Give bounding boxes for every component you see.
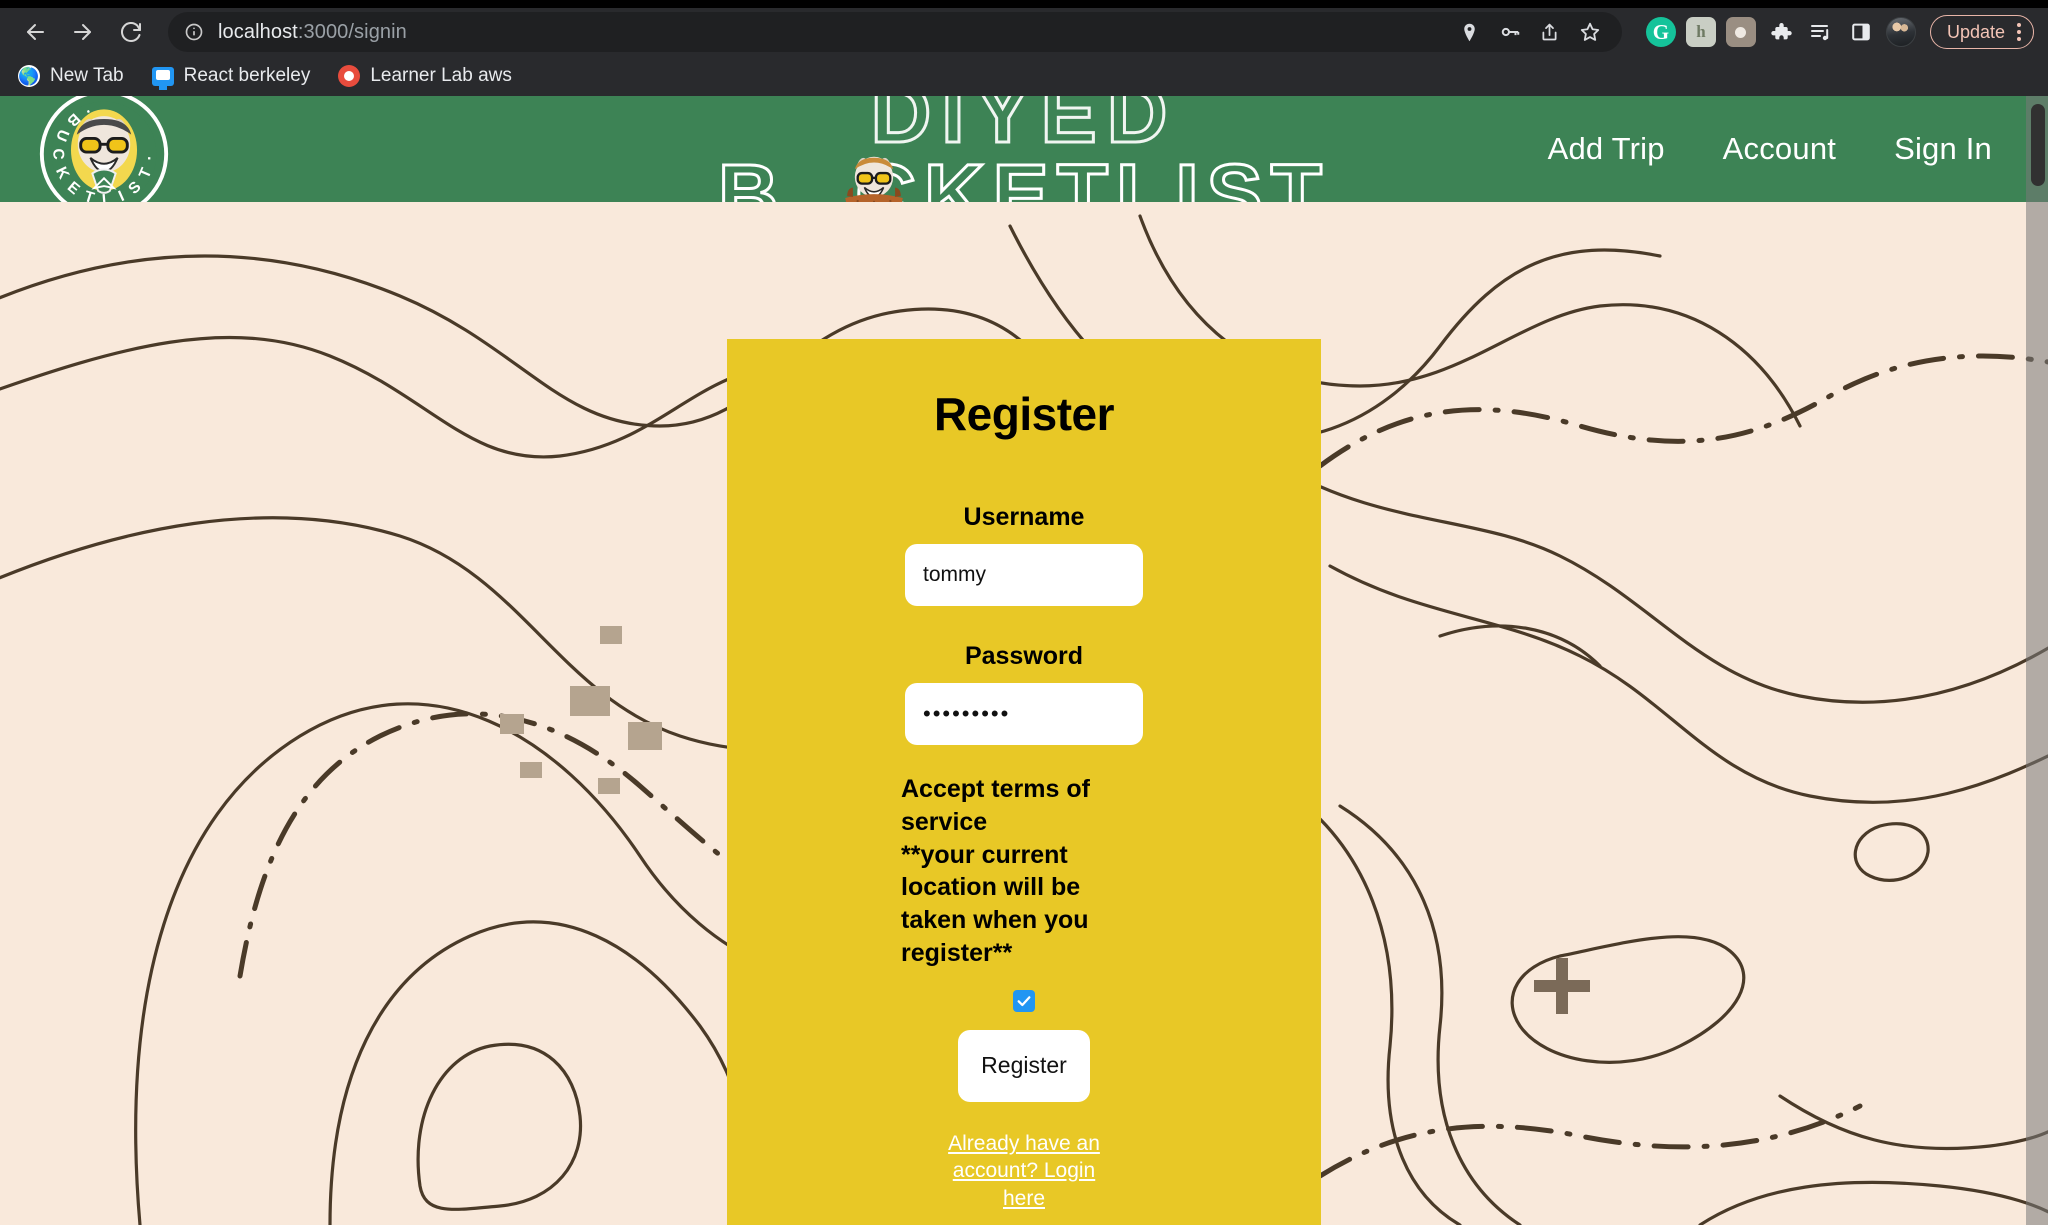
- location-pin-icon[interactable]: [1452, 14, 1488, 50]
- nav-add-trip[interactable]: Add Trip: [1548, 131, 1665, 167]
- bookmark-react-berkeley[interactable]: React berkeley: [151, 65, 311, 90]
- honey-icon[interactable]: h: [1685, 17, 1716, 47]
- banner-main-after: CKETLIST: [854, 146, 1330, 202]
- globe-icon: 🌎: [18, 65, 40, 87]
- bookmark-star-icon[interactable]: [1572, 14, 1608, 50]
- bookmark-label: React berkeley: [183, 65, 311, 86]
- username-input[interactable]: tommy: [905, 544, 1143, 606]
- bookmark-new-tab[interactable]: 🌎 New Tab: [18, 65, 124, 87]
- back-arrow-icon[interactable]: [14, 11, 56, 53]
- bookmark-label: Learner Lab aws: [370, 65, 512, 86]
- page-scrollbar-track[interactable]: [2026, 96, 2048, 1225]
- camera-extension-icon[interactable]: [1725, 17, 1756, 47]
- banner-top-line: DIYED: [869, 96, 1178, 161]
- site-header: · B U C K E T L I S T · DIYED BUCKETLIST: [0, 96, 2048, 202]
- reading-list-icon[interactable]: [1806, 17, 1836, 47]
- accept-terms-checkbox[interactable]: [1013, 989, 1035, 1012]
- bookmarks-bar: 🌎 New Tab React berkeley Learner Lab aws: [0, 56, 2048, 96]
- password-key-icon[interactable]: [1492, 14, 1528, 50]
- checkmark-icon: [1017, 995, 1031, 1006]
- register-card: Register Username tommy Password •••••••…: [727, 339, 1321, 1225]
- forward-arrow-icon[interactable]: [62, 11, 104, 53]
- username-label: Username: [963, 503, 1085, 531]
- accept-terms-row: [757, 989, 1291, 1012]
- browser-chrome: localhost:3000/signin G h Update 🌎 New T…: [0, 0, 2048, 96]
- grammarly-icon[interactable]: G: [1645, 17, 1676, 47]
- update-label: Update: [1946, 21, 2005, 42]
- dog-in-bucket-icon: [845, 157, 903, 202]
- page-title: Register: [933, 388, 1115, 440]
- site-navigation: Add Trip Account Sign In: [1548, 131, 2048, 167]
- share-icon[interactable]: [1532, 14, 1568, 50]
- bookmark-learner-lab-aws[interactable]: Learner Lab aws: [338, 65, 512, 87]
- page-scrollbar-thumb[interactable]: [2031, 104, 2045, 186]
- login-link[interactable]: Already have an account? Login here: [934, 1130, 1114, 1213]
- window-tab-strip: [0, 0, 2048, 8]
- reload-icon[interactable]: [110, 11, 152, 53]
- nav-account[interactable]: Account: [1723, 131, 1836, 167]
- register-button[interactable]: Register: [958, 1029, 1090, 1102]
- omnibox-actions: [1452, 14, 1608, 50]
- profile-avatar[interactable]: [1885, 17, 1916, 47]
- url-host: localhost: [218, 20, 298, 43]
- url-path: :3000/signin: [297, 20, 407, 43]
- bookmark-label: New Tab: [50, 65, 124, 86]
- canvas-icon: [338, 65, 361, 87]
- url-text: localhost:3000/signin: [218, 21, 407, 44]
- info-circle-icon[interactable]: [182, 20, 206, 44]
- password-label: Password: [964, 642, 1084, 670]
- nav-sign-in[interactable]: Sign In: [1894, 131, 1992, 167]
- monitor-icon: [151, 65, 174, 90]
- browser-toolbar: localhost:3000/signin G h Update: [0, 8, 2048, 56]
- address-bar[interactable]: localhost:3000/signin: [168, 12, 1622, 52]
- password-input[interactable]: •••••••••: [905, 683, 1143, 745]
- extensions-strip: G h: [1634, 17, 1916, 47]
- side-panel-icon[interactable]: [1846, 17, 1876, 47]
- bucketlist-logo-badge[interactable]: · B U C K E T L I S T ·: [36, 96, 172, 202]
- update-button[interactable]: Update: [1929, 15, 2034, 49]
- three-dot-menu-icon[interactable]: [2011, 23, 2027, 41]
- banner-main-line: BUCKETLIST: [717, 150, 1330, 202]
- page-viewport: · B U C K E T L I S T · DIYED BUCKETLIST: [0, 96, 2048, 1225]
- terms-text: Accept terms of service **your current l…: [901, 775, 1090, 967]
- extensions-puzzle-icon[interactable]: [1766, 17, 1796, 47]
- banner-main-before: B: [717, 146, 787, 202]
